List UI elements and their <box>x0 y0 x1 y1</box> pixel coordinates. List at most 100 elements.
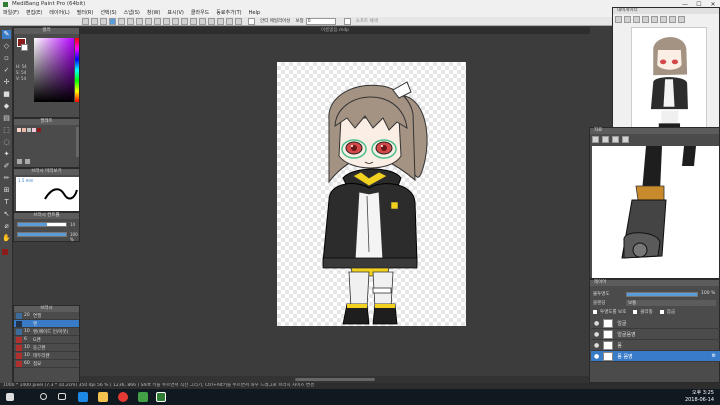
foreground-color-swatch[interactable] <box>2 249 8 255</box>
brush-tool-icon[interactable]: ✎ <box>2 30 11 39</box>
eye-icon[interactable]: ● <box>594 331 599 338</box>
clipping-checkbox[interactable] <box>633 310 638 314</box>
correction-select[interactable]: 0 <box>305 17 336 25</box>
menu-layer[interactable]: 레이어(L) <box>49 9 70 17</box>
redo-button[interactable] <box>91 17 98 25</box>
zoom-out-button[interactable] <box>624 16 631 23</box>
taskbar-clock[interactable]: 오후 3:25 2018-06-14 <box>685 390 714 404</box>
wand-tool-icon[interactable]: ✦ <box>2 150 11 159</box>
operation-tool-icon[interactable]: ↖ <box>2 210 11 219</box>
palette-swatch[interactable] <box>27 128 31 132</box>
select-eraser-tool-icon[interactable]: ✏ <box>2 174 11 183</box>
palette-swatches[interactable] <box>17 128 41 132</box>
menu-help[interactable]: Help <box>249 9 260 17</box>
snap-parallel-button[interactable] <box>181 17 188 25</box>
move-tool-icon[interactable]: ✓ <box>2 66 11 75</box>
menu-file[interactable]: 파일(F) <box>3 9 19 17</box>
artboard[interactable] <box>277 62 466 326</box>
brush-item[interactable]: 10 테두리펜 <box>14 352 79 360</box>
menu-select[interactable]: 선택(S) <box>100 9 116 17</box>
soft-fill-checkbox[interactable] <box>343 17 351 25</box>
wand-button[interactable] <box>145 17 152 25</box>
palette-scrollbar[interactable] <box>76 127 79 157</box>
material-preview[interactable] <box>592 146 719 278</box>
layer-row[interactable]: ● 얼굴음영 <box>591 329 720 340</box>
canvas-area[interactable] <box>80 34 590 376</box>
palette-swatch[interactable] <box>17 128 21 132</box>
gradient-tool-icon[interactable]: ▤ <box>2 114 11 123</box>
material-item-button[interactable] <box>612 136 619 143</box>
eye-icon[interactable]: ● <box>594 320 599 327</box>
menu-window[interactable]: 창(W) <box>147 9 160 17</box>
document-tab[interactable]: 이름없음.mdp <box>80 27 590 34</box>
blend-select[interactable]: 보통 <box>626 300 716 306</box>
lock-checkbox[interactable] <box>659 310 664 314</box>
medibang-taskbar-icon[interactable] <box>156 392 166 402</box>
color-hue-bar[interactable] <box>75 38 79 102</box>
snap-settings-button[interactable] <box>235 17 242 25</box>
brush-item[interactable]: 20 연필 <box>14 312 79 320</box>
search-icon[interactable] <box>40 393 47 400</box>
brush-size-slider[interactable] <box>17 222 67 227</box>
gear-icon[interactable]: ⚙ <box>712 353 716 359</box>
canvas-horizontal-scrollbar[interactable] <box>80 376 590 383</box>
material-tile-button[interactable] <box>602 136 609 143</box>
eraser-tool-icon[interactable]: ◇ <box>2 42 11 51</box>
brush-item[interactable]: 60 점묘 <box>14 360 79 368</box>
snap-curve-button[interactable] <box>217 17 224 25</box>
snap-radial-button[interactable] <box>199 17 206 25</box>
app-pin-icon[interactable] <box>138 392 148 402</box>
dot-tool-icon[interactable]: ▫ <box>2 54 11 63</box>
navigator-preview[interactable] <box>631 27 707 132</box>
edge-icon[interactable] <box>78 392 88 402</box>
brush-item[interactable]: 10 둥근펜 <box>14 344 79 352</box>
palette-swatch[interactable] <box>37 128 41 132</box>
undo-button[interactable] <box>82 17 89 25</box>
select-tool-icon[interactable]: ⬚ <box>2 126 11 135</box>
rotate-reset-button[interactable] <box>669 16 676 23</box>
menu-cloud[interactable]: 클라우드 <box>191 9 209 17</box>
material-search-button[interactable] <box>622 136 629 143</box>
deselect-button[interactable] <box>154 17 161 25</box>
invert-button[interactable] <box>163 17 170 25</box>
opacity-slider[interactable] <box>626 292 698 297</box>
eye-icon[interactable]: ● <box>594 342 599 349</box>
snap-cross-button[interactable] <box>190 17 197 25</box>
fill-tool-icon[interactable]: ◆ <box>2 102 11 111</box>
palette-swatch[interactable] <box>32 128 36 132</box>
eye-icon[interactable]: ● <box>594 353 599 360</box>
scrollbar-thumb[interactable] <box>295 378 375 381</box>
menu-filter[interactable]: 필터(R) <box>77 9 94 17</box>
lasso-button[interactable] <box>136 17 143 25</box>
brush-item[interactable]: 6 G펜 <box>14 336 79 344</box>
task-view-icon[interactable] <box>58 393 66 400</box>
palette-delete-icon[interactable] <box>25 159 30 164</box>
hand-tool-icon[interactable]: ✋ <box>2 234 11 243</box>
menu-edit[interactable]: 편집(E) <box>26 9 42 17</box>
antialias-checkbox[interactable] <box>248 17 255 25</box>
grid-button[interactable] <box>172 17 179 25</box>
select-ellipse-button[interactable] <box>118 17 125 25</box>
layer-row[interactable]: ● 몸 <box>591 340 720 351</box>
text-tool-icon[interactable]: T <box>2 198 11 207</box>
rotate-left-button[interactable] <box>651 16 658 23</box>
snap-circle-button[interactable] <box>208 17 215 25</box>
menu-view[interactable]: 표시(V) <box>167 9 184 17</box>
snap-off-button[interactable] <box>226 17 233 25</box>
select-poly-button[interactable] <box>127 17 134 25</box>
transform-tool-icon[interactable]: ✢ <box>2 78 11 87</box>
bg-color-swatch[interactable] <box>21 44 28 51</box>
divide-tool-icon[interactable]: ⊞ <box>2 186 11 195</box>
select-rect-button[interactable] <box>109 17 116 25</box>
menu-snap[interactable]: 스냅(S) <box>124 9 140 17</box>
brush-opacity-slider[interactable] <box>17 232 67 237</box>
zoom-in-button[interactable] <box>615 16 622 23</box>
material-tone-button[interactable] <box>592 136 599 143</box>
flip-button[interactable] <box>678 16 685 23</box>
palette-add-icon[interactable] <box>17 159 22 164</box>
actual-size-button[interactable] <box>642 16 649 23</box>
brush-item[interactable]: 10 펜(페이드 인/아웃) <box>14 328 79 336</box>
color-sv-square[interactable] <box>34 38 74 102</box>
layer-row[interactable]: ● 얼굴 <box>591 318 720 329</box>
protect-alpha-checkbox[interactable] <box>593 310 597 314</box>
